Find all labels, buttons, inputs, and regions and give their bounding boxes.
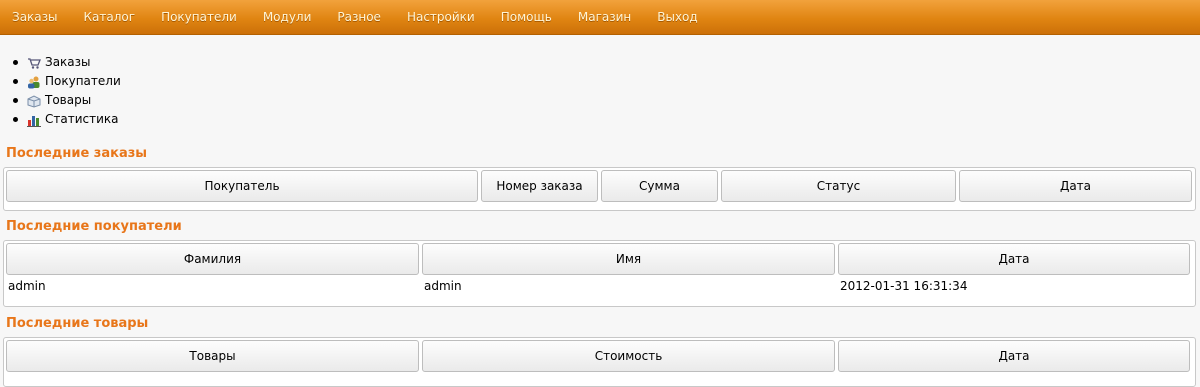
top-nav: Заказы Каталог Покупатели Модули Разное … xyxy=(0,0,1200,35)
column-header-sum[interactable]: Сумма xyxy=(601,170,718,202)
bullet xyxy=(13,79,18,84)
quick-link-customers[interactable]: Покупатели xyxy=(10,72,121,91)
cell-first-name: admin xyxy=(424,279,462,293)
bullet xyxy=(13,117,18,122)
customers-table: Фамилия Имя Дата admin admin 2012-01-31 … xyxy=(3,240,1196,307)
nav-modules[interactable]: Модули xyxy=(263,10,312,24)
nav-logout[interactable]: Выход xyxy=(657,10,697,24)
orders-section-title: Последние заказы xyxy=(6,146,148,161)
orders-table-header: Покупатель Номер заказа Сумма Статус Дат… xyxy=(6,170,1193,202)
quick-link-label: Покупатели xyxy=(45,74,121,88)
nav-shop[interactable]: Магазин xyxy=(578,10,631,24)
nav-help[interactable]: Помощь xyxy=(501,10,552,24)
quick-links: Заказы Покупатели Товары Статистика xyxy=(10,53,121,129)
table-row: admin admin 2012-01-31 16:31:34 xyxy=(6,275,1193,297)
bar-chart-icon xyxy=(27,113,41,127)
cart-icon xyxy=(27,56,41,70)
nav-customers[interactable]: Покупатели xyxy=(161,10,237,24)
quick-link-label: Товары xyxy=(45,93,92,107)
products-table-header: Товары Стоимость Дата xyxy=(6,340,1193,372)
column-header-date[interactable]: Дата xyxy=(959,170,1192,202)
quick-link-orders[interactable]: Заказы xyxy=(10,53,121,72)
column-header-last-name[interactable]: Фамилия xyxy=(6,243,419,275)
column-header-customer[interactable]: Покупатель xyxy=(6,170,478,202)
column-header-order-number[interactable]: Номер заказа xyxy=(481,170,598,202)
nav-catalog[interactable]: Каталог xyxy=(84,10,136,24)
quick-link-statistics[interactable]: Статистика xyxy=(10,110,121,129)
cell-date: 2012-01-31 16:31:34 xyxy=(840,279,968,293)
box-icon xyxy=(27,94,41,108)
column-header-status[interactable]: Статус xyxy=(721,170,956,202)
bullet xyxy=(13,60,18,65)
nav-settings[interactable]: Настройки xyxy=(407,10,475,24)
quick-link-label: Статистика xyxy=(45,112,119,126)
products-section-title: Последние товары xyxy=(6,316,149,331)
column-header-date[interactable]: Дата xyxy=(838,243,1190,275)
customers-table-header: Фамилия Имя Дата xyxy=(6,243,1193,275)
column-header-first-name[interactable]: Имя xyxy=(422,243,835,275)
column-header-products[interactable]: Товары xyxy=(6,340,419,372)
column-header-date[interactable]: Дата xyxy=(838,340,1190,372)
bullet xyxy=(13,98,18,103)
orders-table: Покупатель Номер заказа Сумма Статус Дат… xyxy=(3,167,1196,211)
nav-orders[interactable]: Заказы xyxy=(12,10,58,24)
quick-link-products[interactable]: Товары xyxy=(10,91,121,110)
nav-misc[interactable]: Разное xyxy=(337,10,381,24)
column-header-price[interactable]: Стоимость xyxy=(422,340,835,372)
quick-link-label: Заказы xyxy=(45,55,91,69)
customers-section-title: Последние покупатели xyxy=(6,219,182,234)
products-table: Товары Стоимость Дата xyxy=(3,337,1196,387)
users-icon xyxy=(27,75,41,89)
cell-last-name: admin xyxy=(8,279,46,293)
